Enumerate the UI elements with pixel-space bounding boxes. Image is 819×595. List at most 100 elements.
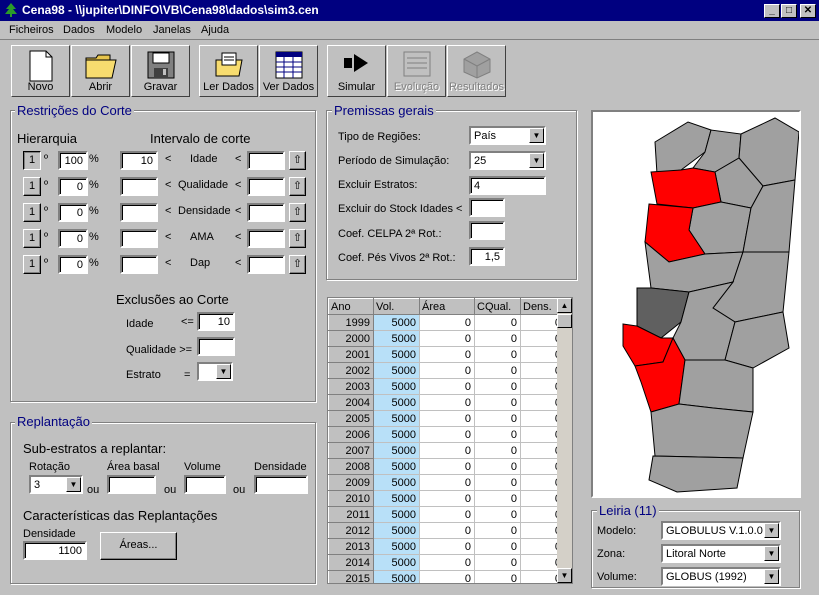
cell-cqual[interactable]: 0 [474,474,521,491]
col-vol[interactable]: Vol. [373,298,420,315]
close-button[interactable]: ✕ [800,4,816,18]
min-input-qualidade[interactable] [120,177,158,196]
cell-vol[interactable]: 5000 [373,506,420,523]
priority-up-button-densidade[interactable]: ⇧ [289,203,306,222]
cell-ano[interactable]: 2013 [328,538,374,555]
cell-ano[interactable]: 2001 [328,346,374,363]
cell-vol[interactable]: 5000 [373,426,420,443]
min-input-idade[interactable]: 10 [120,151,158,170]
volume-model-select[interactable]: GLOBUS (1992) ▼ [661,567,781,586]
cell-ano[interactable]: 2006 [328,426,374,443]
cell-vol[interactable]: 5000 [373,554,420,571]
region-map[interactable] [591,110,801,498]
cell-area[interactable]: 0 [419,474,475,491]
cell-ano[interactable]: 1999 [328,314,374,331]
region-beja[interactable] [650,403,754,459]
pct-input-ama[interactable]: 0 [58,229,88,248]
excluir-estratos-input[interactable]: 4 [469,176,546,195]
cell-area[interactable]: 0 [419,394,475,411]
priority-up-button-qualidade[interactable]: ⇧ [289,177,306,196]
volume-input[interactable] [184,475,226,494]
min-input-dap[interactable] [120,255,158,274]
table-row[interactable]: 20035000000 [328,378,565,395]
cell-cqual[interactable]: 0 [474,394,521,411]
cell-cqual[interactable]: 0 [474,570,521,583]
cell-area[interactable]: 0 [419,314,475,331]
excl-idade-input[interactable]: 10 [197,312,235,331]
cell-cqual[interactable]: 0 [474,554,521,571]
rank-button-densidade[interactable]: 1 [23,203,41,222]
cell-vol[interactable]: 5000 [373,458,420,475]
cell-cqual[interactable]: 0 [474,442,521,459]
tipo-regioes-select[interactable]: País ▼ [469,126,546,145]
cell-cqual[interactable]: 0 [474,522,521,539]
cell-cqual[interactable]: 0 [474,410,521,427]
cell-ano[interactable]: 2004 [328,394,374,411]
rotacao-select[interactable]: 3 ▼ [29,475,83,494]
cell-ano[interactable]: 2008 [328,458,374,475]
cell-area[interactable]: 0 [419,362,475,379]
table-row[interactable]: 20155000000 [328,570,565,583]
menu-janelas[interactable]: Janelas [153,24,191,36]
table-row[interactable]: 20045000000 [328,394,565,411]
cell-area[interactable]: 0 [419,506,475,523]
max-input-densidade[interactable] [247,203,285,222]
table-row[interactable]: 20065000000 [328,426,565,443]
cell-ano[interactable]: 2015 [328,570,374,583]
cell-cqual[interactable]: 0 [474,314,521,331]
chevron-down-icon[interactable]: ▼ [529,128,544,143]
chevron-down-icon[interactable]: ▼ [764,546,779,561]
cell-vol[interactable]: 5000 [373,314,420,331]
excl-estrato-select[interactable]: ▼ [197,362,233,381]
cell-area[interactable]: 0 [419,458,475,475]
cell-cqual[interactable]: 0 [474,378,521,395]
chevron-down-icon[interactable]: ▼ [764,523,779,538]
minimize-button[interactable]: _ [764,4,780,18]
cell-area[interactable]: 0 [419,554,475,571]
cell-ano[interactable]: 2003 [328,378,374,395]
col-ano[interactable]: Ano [328,298,374,315]
menu-dados[interactable]: Dados [63,24,95,36]
col-area[interactable]: Área [419,298,475,315]
excl-qualidade-input[interactable] [197,337,235,356]
pes-vivos-input[interactable]: 1,5 [469,247,505,266]
cell-cqual[interactable]: 0 [474,330,521,347]
region-faro[interactable] [648,455,744,493]
cell-cqual[interactable]: 0 [474,538,521,555]
scroll-up-icon[interactable]: ▲ [557,298,572,313]
cell-vol[interactable]: 5000 [373,522,420,539]
cell-ano[interactable]: 2012 [328,522,374,539]
abrir-button[interactable]: Abrir [71,45,130,97]
cell-vol[interactable]: 5000 [373,330,420,347]
celpa-input[interactable] [469,221,505,240]
cell-ano[interactable]: 2000 [328,330,374,347]
cell-ano[interactable]: 2011 [328,506,374,523]
max-input-ama[interactable] [247,229,285,248]
cell-vol[interactable]: 5000 [373,538,420,555]
ler-dados-button[interactable]: Ler Dados [199,45,258,97]
menu-ajuda[interactable]: Ajuda [201,24,229,36]
cell-area[interactable]: 0 [419,410,475,427]
region-evora[interactable] [678,359,754,413]
excluir-stock-input[interactable] [469,198,505,217]
cell-vol[interactable]: 5000 [373,442,420,459]
cell-vol[interactable]: 5000 [373,362,420,379]
menu-modelo[interactable]: Modelo [106,24,142,36]
simular-button[interactable]: Simular [327,45,386,97]
region-porto[interactable] [650,167,722,209]
grid-scrollbar[interactable]: ▲ ▼ [557,298,572,583]
menu-ficheiros[interactable]: Ficheiros [9,24,54,36]
cell-cqual[interactable]: 0 [474,506,521,523]
cell-ano[interactable]: 2014 [328,554,374,571]
cell-cqual[interactable]: 0 [474,346,521,363]
chevron-down-icon[interactable]: ▼ [216,364,231,379]
pct-input-dap[interactable]: 0 [58,255,88,274]
data-grid[interactable]: Ano Vol. Área CQual. Dens. 1999500000020… [327,297,573,584]
novo-button[interactable]: Novo [11,45,70,97]
table-row[interactable]: 20145000000 [328,554,565,571]
table-row[interactable]: 20025000000 [328,362,565,379]
cell-ano[interactable]: 2005 [328,410,374,427]
resultados-button[interactable]: Resultados [447,45,506,97]
cell-area[interactable]: 0 [419,330,475,347]
scroll-down-icon[interactable]: ▼ [557,568,572,583]
